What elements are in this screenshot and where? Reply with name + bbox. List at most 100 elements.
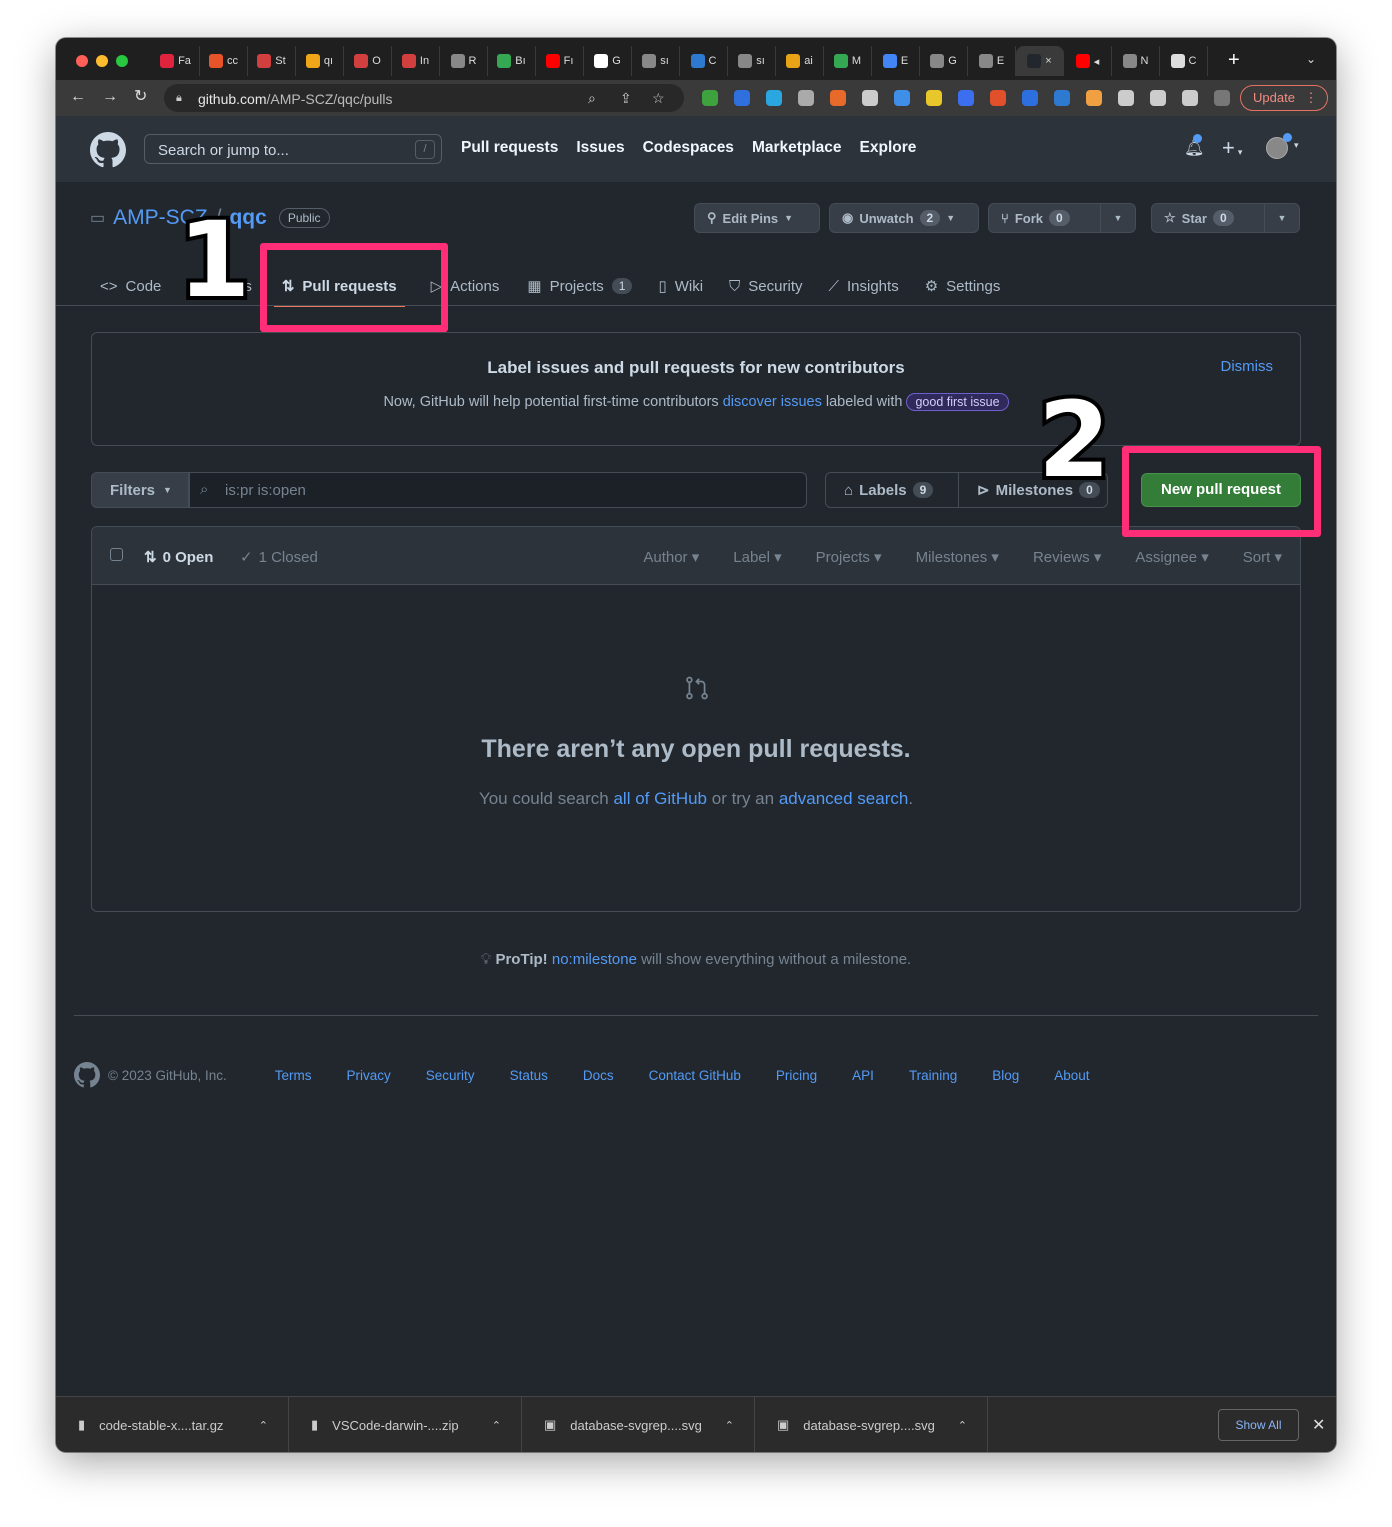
tab-search-chevron-icon[interactable]: ⌄ [1306, 52, 1316, 66]
browser-tab[interactable]: qı [296, 46, 344, 76]
browser-tab[interactable]: In [392, 46, 440, 76]
edit-pins-button[interactable]: ⚲ Edit Pins ▼ [694, 203, 820, 233]
browser-tab[interactable]: G [920, 46, 968, 76]
footer-link-contact[interactable]: Contact GitHub [649, 1068, 741, 1083]
tab-security[interactable]: ⛉ Security [719, 268, 812, 304]
projects-dropdown[interactable]: Projects ▾ [816, 548, 882, 566]
extension-icon[interactable] [702, 90, 718, 106]
bookmark-star-icon[interactable]: ☆ [652, 90, 665, 107]
extension-icon[interactable] [958, 90, 974, 106]
nav-pull-requests[interactable]: Pull requests [461, 139, 558, 157]
tab-projects[interactable]: ▦ Projects 1 [517, 268, 642, 304]
labels-button[interactable]: ⌂ Labels 9 [825, 472, 959, 508]
github-logo-icon[interactable] [74, 1062, 100, 1088]
browser-tab[interactable]: C [680, 46, 728, 76]
select-all-checkbox[interactable] [110, 548, 123, 561]
advanced-search-link[interactable]: advanced search [779, 789, 908, 808]
close-window-button[interactable] [76, 55, 88, 67]
fork-dropdown-button[interactable]: ▼ [1100, 203, 1136, 233]
tab-wiki[interactable]: ▯ Wiki [648, 268, 713, 304]
closed-filter-link[interactable]: ✓ 1 Closed [240, 548, 318, 567]
extension-icon[interactable] [926, 90, 942, 106]
footer-link-privacy[interactable]: Privacy [347, 1068, 391, 1083]
star-dropdown-button[interactable]: ▼ [1264, 203, 1300, 233]
browser-tab[interactable]: ai [776, 46, 824, 76]
minimize-window-button[interactable] [96, 55, 108, 67]
footer-link-docs[interactable]: Docs [583, 1068, 614, 1083]
extension-icon[interactable] [1118, 90, 1134, 106]
chevron-up-icon[interactable]: ⌃ [958, 1419, 967, 1432]
browser-tab[interactable]: O [344, 46, 392, 76]
browser-tab[interactable]: Fı [536, 46, 584, 76]
label-dropdown[interactable]: Label ▾ [733, 548, 781, 566]
footer-link-blog[interactable]: Blog [992, 1068, 1019, 1083]
unwatch-button[interactable]: ◉ Unwatch 2 ▼ [829, 203, 979, 233]
extension-icon[interactable] [798, 90, 814, 106]
download-item[interactable]: ▮ VSCode-darwin-....zip ⌃ [289, 1397, 522, 1452]
extension-icon[interactable] [734, 90, 750, 106]
download-item[interactable]: ▣ database-svgrep....svg ⌃ [755, 1397, 988, 1452]
chevron-up-icon[interactable]: ⌃ [492, 1419, 501, 1432]
browser-tab[interactable]: C [1160, 46, 1208, 76]
update-button[interactable]: Update ⋮ [1240, 85, 1328, 111]
chevron-up-icon[interactable]: ⌃ [259, 1419, 268, 1432]
extension-icon[interactable] [1214, 90, 1230, 106]
extension-icon[interactable] [1150, 90, 1166, 106]
sort-dropdown[interactable]: Sort ▾ [1243, 548, 1282, 566]
tab-code[interactable]: <> Code [90, 268, 171, 304]
discover-issues-link[interactable]: discover issues [723, 394, 822, 410]
browser-tab[interactable]: × [1016, 46, 1064, 76]
browser-tab[interactable]: N [1112, 46, 1160, 76]
star-button[interactable]: ☆ Star 0 [1151, 203, 1265, 233]
github-logo-icon[interactable] [90, 132, 126, 168]
footer-link-status[interactable]: Status [510, 1068, 548, 1083]
filters-button[interactable]: Filters ▼ [91, 472, 189, 508]
footer-link-terms[interactable]: Terms [275, 1068, 312, 1083]
show-all-downloads-button[interactable]: Show All [1218, 1409, 1299, 1441]
nav-marketplace[interactable]: Marketplace [752, 139, 842, 157]
footer-link-pricing[interactable]: Pricing [776, 1068, 817, 1083]
download-item[interactable]: ▮ code-stable-x....tar.gz ⌃ [56, 1397, 289, 1452]
browser-tab[interactable]: E [872, 46, 920, 76]
back-arrow-icon[interactable]: ← [70, 88, 86, 106]
browser-tab[interactable]: St [248, 46, 296, 76]
new-tab-button[interactable]: + [1228, 50, 1240, 70]
no-milestone-link[interactable]: no:milestone [552, 951, 637, 968]
chevron-up-icon[interactable]: ⌃ [725, 1419, 734, 1432]
browser-tab[interactable]: Bı [488, 46, 536, 76]
browser-tab[interactable]: ◂ [1064, 46, 1112, 76]
extension-icon[interactable] [894, 90, 910, 106]
browser-tab[interactable]: sı [728, 46, 776, 76]
all-of-github-link[interactable]: all of GitHub [613, 789, 707, 808]
open-filter-link[interactable]: ⇅ 0 Open [144, 548, 213, 567]
search-input[interactable]: Search or jump to... / [144, 134, 442, 164]
share-icon[interactable]: ⇪ [620, 90, 632, 107]
footer-link-about[interactable]: About [1054, 1068, 1089, 1083]
extension-icon[interactable] [1054, 90, 1070, 106]
browser-tab[interactable]: G [584, 46, 632, 76]
tab-insights[interactable]: ⟋ Insights [818, 268, 908, 304]
browser-tab[interactable]: R [440, 46, 488, 76]
dismiss-button[interactable]: Dismiss [1221, 358, 1274, 375]
address-bar[interactable]: 🔒︎ github.com/AMP-SCZ/qqc/pulls ⌕ ⇪ ☆ [164, 84, 684, 112]
reviews-dropdown[interactable]: Reviews ▾ [1033, 548, 1101, 566]
nav-codespaces[interactable]: Codespaces [643, 139, 734, 157]
close-icon[interactable]: ✕ [1312, 1415, 1325, 1435]
nav-issues[interactable]: Issues [576, 139, 624, 157]
extension-icon[interactable] [766, 90, 782, 106]
download-item[interactable]: ▣ database-svgrep....svg ⌃ [522, 1397, 755, 1452]
browser-tab[interactable]: M [824, 46, 872, 76]
notifications-bell-icon[interactable]: 🔔︎ [1184, 134, 1204, 158]
filter-search-input[interactable]: ⌕ is:pr is:open [189, 472, 807, 508]
extension-icon[interactable] [830, 90, 846, 106]
nav-explore[interactable]: Explore [860, 139, 917, 157]
footer-link-security[interactable]: Security [426, 1068, 475, 1083]
avatar-caret-icon[interactable]: ▾ [1294, 140, 1299, 151]
browser-tab[interactable]: sı [632, 46, 680, 76]
milestones-dropdown[interactable]: Milestones ▾ [916, 548, 999, 566]
extension-icon[interactable] [990, 90, 1006, 106]
extension-icon[interactable] [862, 90, 878, 106]
assignee-dropdown[interactable]: Assignee ▾ [1135, 548, 1208, 566]
footer-link-api[interactable]: API [852, 1068, 874, 1083]
footer-link-training[interactable]: Training [909, 1068, 957, 1083]
